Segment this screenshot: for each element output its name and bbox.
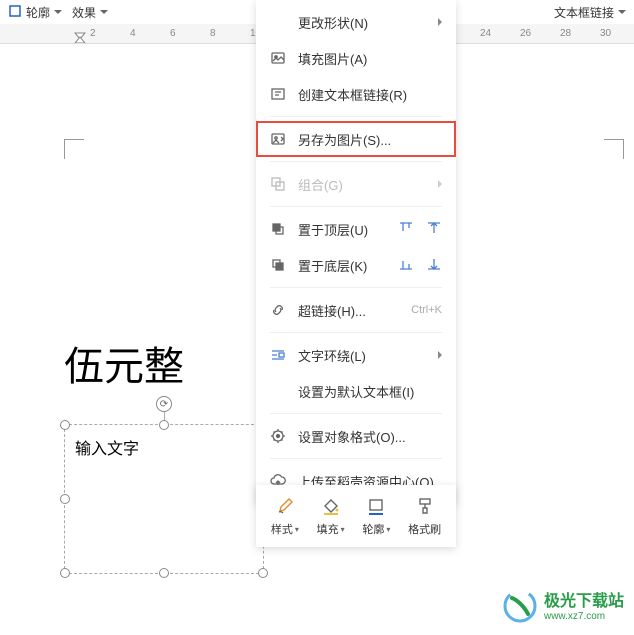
image-fill-icon <box>270 50 286 66</box>
resize-handle[interactable] <box>60 568 70 578</box>
textbox-placeholder: 输入文字 <box>75 435 139 459</box>
page-corner <box>604 139 624 159</box>
menu-group: 组合(G) <box>256 166 456 202</box>
menu-change-shape[interactable]: 更改形状(N) <box>256 4 456 40</box>
chevron-down-icon <box>54 10 62 14</box>
effect-dropdown[interactable]: 效果 <box>72 4 108 21</box>
menu-label: 创建文本框链接(R) <box>298 85 442 104</box>
blank-icon <box>270 383 286 399</box>
text-wrap-icon <box>270 347 286 363</box>
effect-label: 效果 <box>72 4 96 21</box>
chevron-right-icon <box>438 351 442 359</box>
menu-separator <box>270 287 442 288</box>
menu-hyperlink[interactable]: 超链接(H)... Ctrl+K <box>256 292 456 328</box>
watermark-title: 极光下载站 <box>544 593 624 611</box>
chevron-right-icon <box>438 18 442 26</box>
menu-fill-image[interactable]: 填充图片(A) <box>256 40 456 76</box>
rotate-handle[interactable] <box>156 396 172 412</box>
menu-label: 另存为图片(S)... <box>298 130 442 149</box>
text-box-frame[interactable]: 输入文字 <box>64 424 264 574</box>
menu-object-format[interactable]: 设置对象格式(O)... <box>256 418 456 454</box>
style-button[interactable]: 样式▾ <box>267 493 303 539</box>
textlink-dropdown[interactable]: 文本框链接 <box>554 4 626 21</box>
page-corner <box>64 139 84 159</box>
ruler-tick: 24 <box>480 28 491 39</box>
menu-separator <box>270 206 442 207</box>
ruler-tick: 28 <box>560 28 571 39</box>
chevron-down-icon <box>100 10 108 14</box>
resize-handle[interactable] <box>60 494 70 504</box>
menu-separator <box>270 116 442 117</box>
menu-label: 文字环绕(L) <box>298 346 426 365</box>
menu-create-textbox-link[interactable]: 创建文本框链接(R) <box>256 76 456 112</box>
brush-icon <box>274 495 296 517</box>
align-top-icon[interactable] <box>398 220 414 239</box>
chevron-down-icon <box>618 10 626 14</box>
resize-handle[interactable] <box>159 568 169 578</box>
bring-front-icon <box>270 221 286 237</box>
mini-toolbar: 样式▾ 填充▾ 轮廓▾ 格式刷 <box>256 485 456 547</box>
align-bottom-icon[interactable] <box>398 256 414 275</box>
blank-icon <box>270 14 286 30</box>
outline-label: 轮廓 <box>26 4 50 21</box>
outline-square-icon <box>365 495 387 517</box>
btn-label: 轮廓 <box>362 521 384 537</box>
menu-shortcut: Ctrl+K <box>411 304 442 316</box>
group-icon <box>270 176 286 192</box>
text-box[interactable]: 输入文字 <box>64 424 264 574</box>
format-painter-button[interactable]: 格式刷 <box>404 493 445 539</box>
menu-label: 填充图片(A) <box>298 49 442 68</box>
indent-marker[interactable] <box>74 32 86 44</box>
outline-button[interactable]: 轮廓▾ <box>358 493 394 539</box>
menu-set-default-textbox[interactable]: 设置为默认文本框(I) <box>256 373 456 409</box>
image-save-icon <box>270 131 286 147</box>
format-painter-icon <box>414 495 436 517</box>
btn-label: 样式 <box>271 521 293 537</box>
outline-icon <box>8 4 22 21</box>
menu-save-as-image[interactable]: 另存为图片(S)... <box>256 121 456 157</box>
fill-button[interactable]: 填充▾ <box>313 493 349 539</box>
align-bottom-alt-icon[interactable] <box>426 256 442 275</box>
send-back-icon <box>270 257 286 273</box>
menu-separator <box>270 458 442 459</box>
outline-dropdown[interactable]: 轮廓 <box>8 4 62 21</box>
ruler-tick: 26 <box>520 28 531 39</box>
menu-send-back[interactable]: 置于底层(K) <box>256 247 456 283</box>
chevron-right-icon <box>438 180 442 188</box>
menu-bring-front[interactable]: 置于顶层(U) <box>256 211 456 247</box>
ruler-tick: 8 <box>210 28 216 39</box>
menu-separator <box>270 161 442 162</box>
resize-handle[interactable] <box>159 420 169 430</box>
menu-separator <box>270 332 442 333</box>
btn-label: 格式刷 <box>408 521 441 537</box>
menu-label: 更改形状(N) <box>298 13 426 32</box>
link-icon <box>270 302 286 318</box>
ruler-tick: 4 <box>130 28 136 39</box>
ruler-tick: 30 <box>600 28 611 39</box>
menu-text-wrap[interactable]: 文字环绕(L) <box>256 337 456 373</box>
menu-label: 设置为默认文本框(I) <box>298 382 442 401</box>
menu-label: 设置对象格式(O)... <box>298 427 442 446</box>
watermark: 极光下载站 www.xz7.com <box>502 588 624 627</box>
watermark-url: www.xz7.com <box>544 611 624 622</box>
logo-icon <box>502 588 538 627</box>
textbox-link-icon <box>270 86 286 102</box>
ruler-tick: 2 <box>90 28 96 39</box>
main-text: 伍元整 <box>64 334 184 392</box>
context-menu: 更改形状(N) 填充图片(A) 创建文本框链接(R) 另存为图片(S)... 组… <box>256 0 456 503</box>
resize-handle[interactable] <box>60 420 70 430</box>
menu-separator <box>270 413 442 414</box>
btn-label: 填充 <box>317 521 339 537</box>
paint-bucket-icon <box>320 495 342 517</box>
resize-handle[interactable] <box>258 568 268 578</box>
align-top-alt-icon[interactable] <box>426 220 442 239</box>
textlink-label: 文本框链接 <box>554 4 614 21</box>
settings-icon <box>270 428 286 444</box>
menu-label: 超链接(H)... <box>298 301 399 320</box>
ruler-tick: 6 <box>170 28 176 39</box>
menu-label: 组合(G) <box>298 175 426 194</box>
